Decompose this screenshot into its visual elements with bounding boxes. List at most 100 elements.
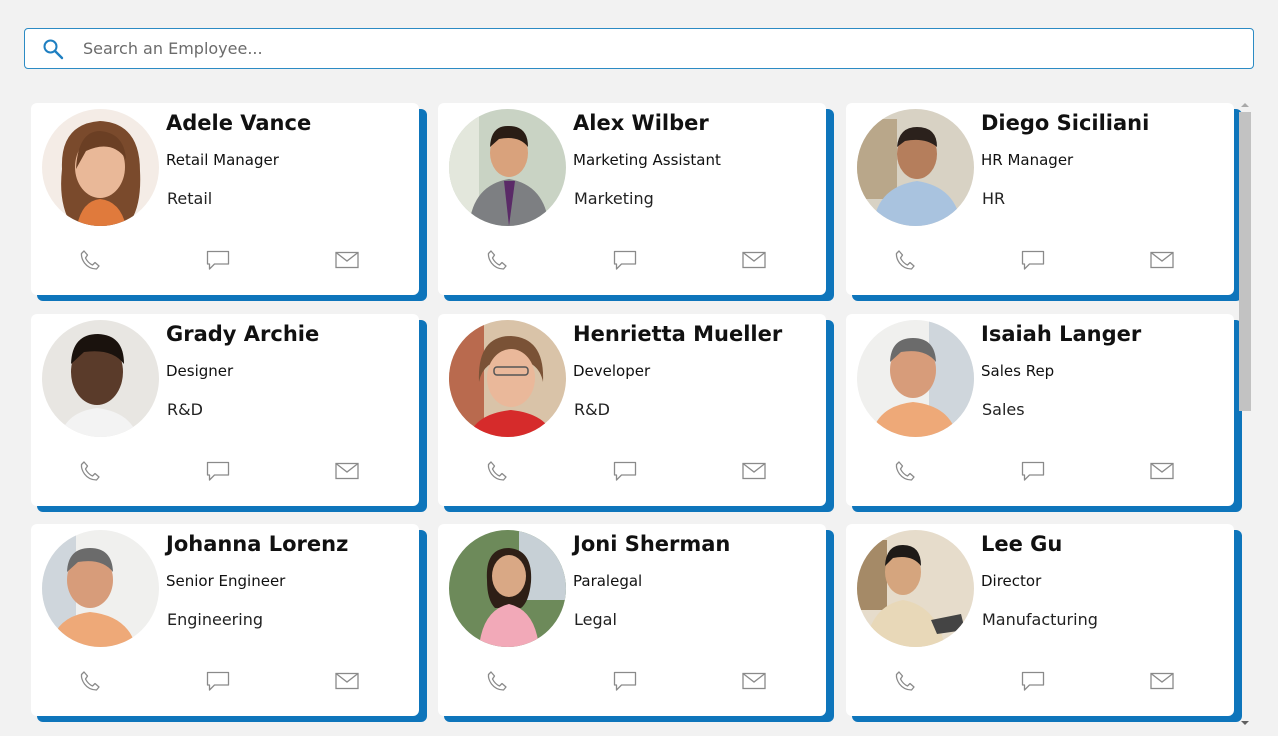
email-button[interactable] bbox=[332, 457, 362, 485]
mail-icon bbox=[335, 462, 359, 480]
call-button[interactable] bbox=[482, 667, 512, 695]
employee-name: Lee Gu bbox=[981, 532, 1063, 556]
employee-title: Designer bbox=[166, 362, 234, 380]
chat-button[interactable] bbox=[203, 457, 233, 485]
email-button[interactable] bbox=[739, 667, 769, 695]
mail-icon bbox=[1150, 462, 1174, 480]
employee-card[interactable]: Joni Sherman Paralegal Legal bbox=[438, 524, 836, 724]
chat-icon bbox=[206, 250, 230, 270]
avatar bbox=[42, 320, 159, 437]
card-body: Adele Vance Retail Manager Retail bbox=[31, 103, 419, 295]
chat-icon bbox=[613, 250, 637, 270]
avatar bbox=[857, 530, 974, 647]
chat-icon bbox=[206, 671, 230, 691]
card-body: Isaiah Langer Sales Rep Sales bbox=[846, 314, 1234, 506]
call-button[interactable] bbox=[482, 246, 512, 274]
call-button[interactable] bbox=[75, 457, 105, 485]
employee-department: R&D bbox=[574, 400, 610, 419]
phone-icon bbox=[487, 461, 507, 481]
employee-title: Paralegal bbox=[573, 572, 643, 590]
employee-card[interactable]: Alex Wilber Marketing Assistant Marketin… bbox=[438, 103, 836, 303]
scroll-up-arrow-icon[interactable] bbox=[1241, 103, 1249, 107]
chat-icon bbox=[1021, 250, 1045, 270]
chat-button[interactable] bbox=[1018, 667, 1048, 695]
mail-icon bbox=[742, 672, 766, 690]
mail-icon bbox=[1150, 672, 1174, 690]
email-button[interactable] bbox=[1147, 457, 1177, 485]
chat-button[interactable] bbox=[610, 667, 640, 695]
mail-icon bbox=[742, 251, 766, 269]
phone-icon bbox=[895, 250, 915, 270]
employee-title: Retail Manager bbox=[166, 151, 279, 169]
chat-icon bbox=[613, 671, 637, 691]
chat-button[interactable] bbox=[203, 667, 233, 695]
search-icon bbox=[43, 39, 64, 60]
email-button[interactable] bbox=[739, 457, 769, 485]
employee-name: Diego Siciliani bbox=[981, 111, 1150, 135]
employee-card[interactable]: Henrietta Mueller Developer R&D bbox=[438, 314, 836, 514]
phone-icon bbox=[487, 671, 507, 691]
employee-title: Senior Engineer bbox=[166, 572, 286, 590]
email-button[interactable] bbox=[332, 667, 362, 695]
employee-name: Joni Sherman bbox=[573, 532, 731, 556]
email-button[interactable] bbox=[332, 246, 362, 274]
employee-name: Grady Archie bbox=[166, 322, 320, 346]
email-button[interactable] bbox=[739, 246, 769, 274]
employee-name: Alex Wilber bbox=[573, 111, 709, 135]
avatar bbox=[857, 320, 974, 437]
chat-icon bbox=[1021, 461, 1045, 481]
call-button[interactable] bbox=[890, 246, 920, 274]
card-body: Henrietta Mueller Developer R&D bbox=[438, 314, 826, 506]
scroll-down-arrow-icon[interactable] bbox=[1241, 721, 1249, 725]
employee-name: Henrietta Mueller bbox=[573, 322, 783, 346]
employee-department: Sales bbox=[982, 400, 1025, 419]
call-button[interactable] bbox=[482, 457, 512, 485]
employee-card[interactable]: Isaiah Langer Sales Rep Sales bbox=[846, 314, 1244, 514]
phone-icon bbox=[80, 671, 100, 691]
card-body: Diego Siciliani HR Manager HR bbox=[846, 103, 1234, 295]
employee-department: Manufacturing bbox=[982, 610, 1098, 629]
employee-card[interactable]: Diego Siciliani HR Manager HR bbox=[846, 103, 1244, 303]
employee-department: Legal bbox=[574, 610, 617, 629]
card-body: Lee Gu Director Manufacturing bbox=[846, 524, 1234, 716]
call-button[interactable] bbox=[890, 457, 920, 485]
search-input[interactable] bbox=[83, 29, 1233, 68]
avatar bbox=[449, 320, 566, 437]
email-button[interactable] bbox=[1147, 667, 1177, 695]
chat-button[interactable] bbox=[203, 246, 233, 274]
avatar bbox=[857, 109, 974, 226]
chat-button[interactable] bbox=[1018, 246, 1048, 274]
employee-card[interactable]: Johanna Lorenz Senior Engineer Engineeri… bbox=[31, 524, 429, 724]
employee-name: Adele Vance bbox=[166, 111, 312, 135]
employee-card[interactable]: Adele Vance Retail Manager Retail bbox=[31, 103, 429, 303]
card-body: Joni Sherman Paralegal Legal bbox=[438, 524, 826, 716]
avatar bbox=[42, 109, 159, 226]
mail-icon bbox=[335, 672, 359, 690]
employee-department: Marketing bbox=[574, 189, 654, 208]
employee-card[interactable]: Lee Gu Director Manufacturing bbox=[846, 524, 1244, 724]
phone-icon bbox=[80, 461, 100, 481]
scroll-thumb[interactable] bbox=[1239, 112, 1251, 411]
employee-department: R&D bbox=[167, 400, 203, 419]
employee-title: Sales Rep bbox=[981, 362, 1055, 380]
card-body: Alex Wilber Marketing Assistant Marketin… bbox=[438, 103, 826, 295]
employee-title: HR Manager bbox=[981, 151, 1074, 169]
employee-search-box[interactable] bbox=[24, 28, 1254, 69]
vertical-scrollbar[interactable] bbox=[1238, 100, 1252, 728]
employee-card[interactable]: Grady Archie Designer R&D bbox=[31, 314, 429, 514]
avatar bbox=[449, 530, 566, 647]
chat-button[interactable] bbox=[610, 457, 640, 485]
chat-button[interactable] bbox=[1018, 457, 1048, 485]
employee-department: Engineering bbox=[167, 610, 263, 629]
call-button[interactable] bbox=[75, 667, 105, 695]
employee-title: Director bbox=[981, 572, 1042, 590]
phone-icon bbox=[895, 461, 915, 481]
call-button[interactable] bbox=[75, 246, 105, 274]
avatar bbox=[449, 109, 566, 226]
email-button[interactable] bbox=[1147, 246, 1177, 274]
chat-button[interactable] bbox=[610, 246, 640, 274]
employee-name: Isaiah Langer bbox=[981, 322, 1142, 346]
call-button[interactable] bbox=[890, 667, 920, 695]
phone-icon bbox=[80, 250, 100, 270]
employee-department: Retail bbox=[167, 189, 213, 208]
